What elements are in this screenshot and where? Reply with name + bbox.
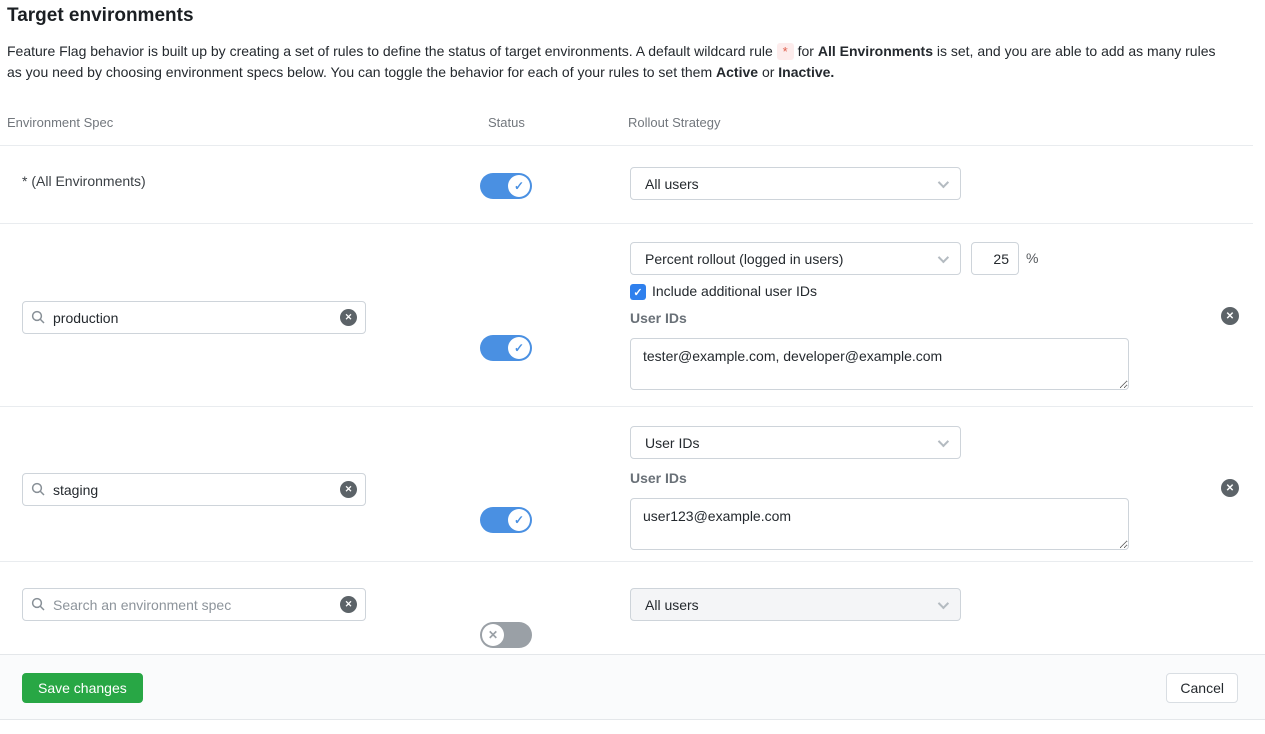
description-bold-active: Active [716,64,758,80]
save-changes-button[interactable]: Save changes [22,673,143,703]
rollout-strategy-value: All users [645,176,930,192]
user-ids-section-label: User IDs [630,310,687,326]
environment-spec-search: ✕ [22,473,366,506]
rollout-strategy-value: Percent rollout (logged in users) [645,251,930,267]
status-toggle[interactable]: ✓ [480,173,532,199]
page-description: Feature Flag behavior is built up by cre… [7,41,1233,83]
clear-input-icon[interactable]: ✕ [340,481,357,498]
environment-spec-search: ✕ [22,301,366,334]
rollout-strategy-select[interactable]: All users [630,167,961,200]
column-header-rollout-strategy: Rollout Strategy [628,115,721,130]
user-ids-section-label: User IDs [630,470,687,486]
user-ids-textarea[interactable]: user123@example.com [630,498,1129,550]
status-toggle[interactable]: ✓ [480,335,532,361]
clear-input-icon[interactable]: ✕ [340,596,357,613]
rule-row-all-environments: * (All Environments) ✓ All users [0,145,1253,223]
rollout-strategy-value: User IDs [645,435,930,451]
chevron-down-icon [938,251,949,262]
rule-row-production: ✕ ✓ Percent rollout (logged in users) % … [0,223,1253,406]
description-text: Feature Flag behavior is built up by cre… [7,43,773,59]
environment-spec-label: * (All Environments) [22,173,146,189]
checkbox-check-icon: ✓ [633,286,642,299]
toggle-check-icon: ✓ [508,337,530,359]
footer-action-bar: Save changes Cancel [0,654,1265,720]
rollout-strategy-value: All users [645,597,930,613]
rollout-strategy-select[interactable]: User IDs [630,426,961,459]
column-header-status: Status [488,115,525,130]
clear-input-icon[interactable]: ✕ [340,309,357,326]
description-bold-all-environments: All Environments [818,43,933,59]
description-text: or [762,64,774,80]
status-toggle[interactable]: ✕ [480,622,532,648]
status-toggle[interactable]: ✓ [480,507,532,533]
remove-rule-icon[interactable]: ✕ [1221,307,1239,325]
percent-sign-label: % [1026,250,1038,266]
include-user-ids-label[interactable]: Include additional user IDs [652,283,817,299]
description-text: for [798,43,814,59]
user-ids-textarea[interactable]: tester@example.com, developer@example.co… [630,338,1129,390]
target-environments-panel: Target environments Feature Flag behavio… [0,0,1265,734]
rollout-strategy-select: All users [630,588,961,621]
environment-spec-search: ✕ [22,588,366,621]
rollout-strategy-select[interactable]: Percent rollout (logged in users) [630,242,961,275]
chevron-down-icon [938,597,949,608]
description-bold-inactive: Inactive. [778,64,834,80]
environment-spec-input[interactable] [22,588,366,621]
column-header-environment-spec: Environment Spec [7,115,113,130]
rule-row-new: ✕ ✕ All users [0,561,1253,654]
toggle-cross-icon: ✕ [482,624,504,646]
percent-rollout-input[interactable] [971,242,1019,275]
chevron-down-icon [938,435,949,446]
rule-row-staging: ✕ ✓ User IDs User IDs user123@example.co… [0,406,1253,561]
wildcard-badge: * [777,43,794,60]
environment-spec-input[interactable] [22,301,366,334]
toggle-check-icon: ✓ [508,175,530,197]
include-user-ids-checkbox[interactable]: ✓ [630,284,646,300]
page-title: Target environments [7,5,194,27]
chevron-down-icon [938,176,949,187]
toggle-check-icon: ✓ [508,509,530,531]
cancel-button[interactable]: Cancel [1166,673,1238,703]
environment-spec-input[interactable] [22,473,366,506]
remove-rule-icon[interactable]: ✕ [1221,479,1239,497]
